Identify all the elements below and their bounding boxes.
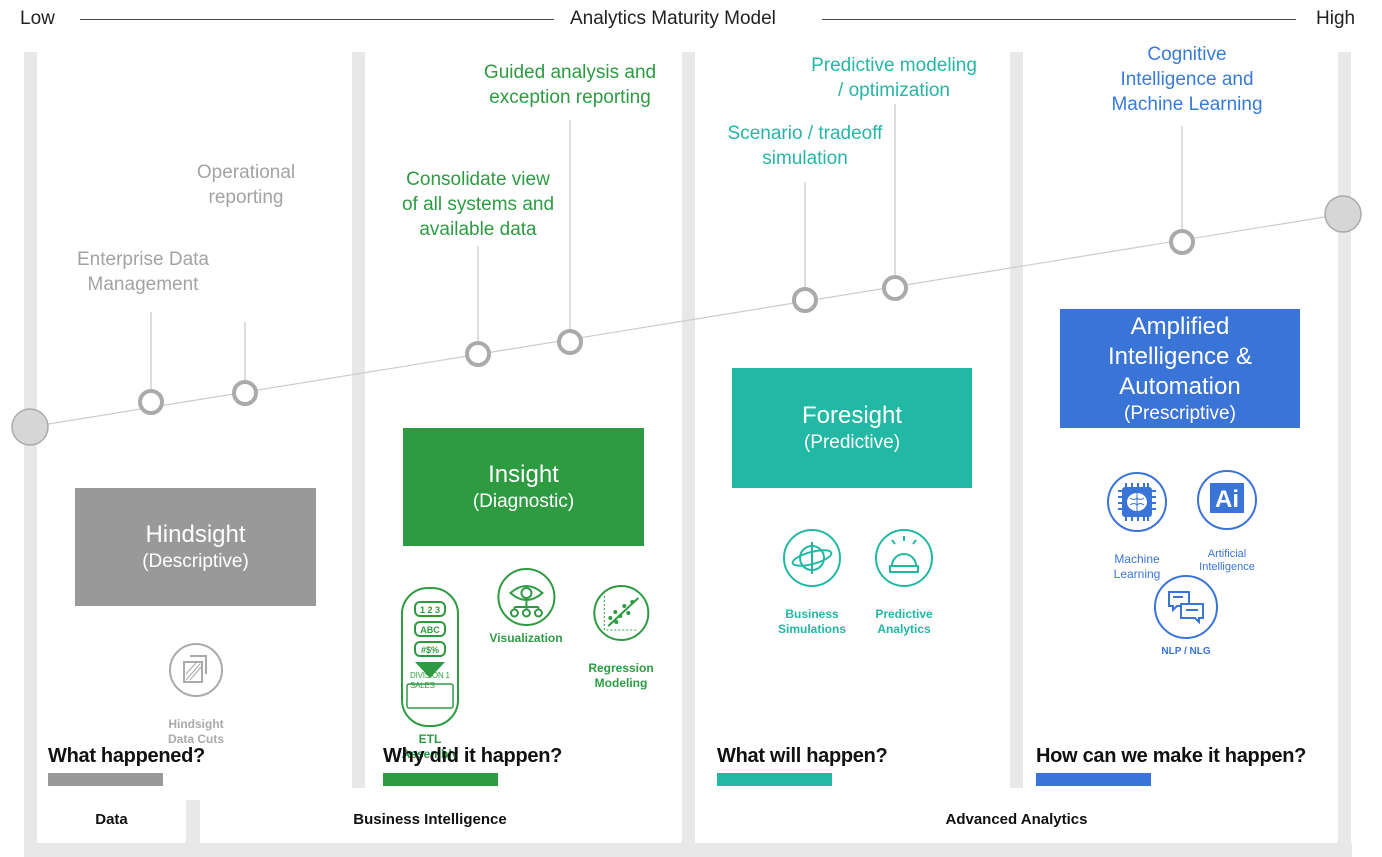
icon-label: Regression Modeling [588,661,654,690]
milestone-label: Enterprise Data Management [76,249,210,295]
milestone-node [232,380,258,406]
footer-category-business-intelligence: Business Intelligence [353,811,507,828]
stage-question: Why did it happen? [383,745,563,767]
analytics-maturity-diagram: Low Analytics Maturity Model High Enterp… [0,0,1382,857]
icon-label: Business Simulations [777,607,847,636]
stage-question: What happened? [48,745,205,767]
footer-category-advanced-analytics: Advanced Analytics [945,811,1088,828]
icon-label: Predictive Analytics [875,607,933,636]
data-cuts-icon [168,643,223,697]
footer-category-data: Data [95,811,128,828]
icon-label: Hindsight Data Cuts [167,717,225,746]
icon-artificial-intelligence: Ai Artificial Intelligence [1196,456,1258,574]
stage-subtitle: (Predictive) [803,432,901,453]
milestone-node [882,275,908,301]
stage-subtitle: (Descriptive) [142,551,249,572]
stage-color-bar [48,773,163,786]
stage-box-hindsight: Hindsight (Descriptive) [75,488,316,606]
etl-output: DIVISION 1 SALES [410,671,450,690]
icon-nlp-nlg: NLP / NLG [1153,574,1219,659]
milestone-label: Predictive modeling / optimization [811,55,977,101]
stage-title: Amplified Intelligence & Automation [1107,312,1253,400]
icon-machine-learning: Machine Learning [1106,456,1168,582]
milestone-node [138,389,164,415]
stage-color-bar [383,773,498,786]
brain-chip-icon [1107,472,1167,532]
etl-icon-wrapper: 1 2 3 ABC #$% DIVISION 1 SALES [400,571,460,727]
stage-title: Hindsight [145,521,246,548]
icon-hindsight-data-cuts: Hindsight Data Cuts [168,627,224,747]
icon-business-simulations: Business Simulations [778,513,846,637]
milestone-node [465,341,491,367]
stage-title: Foresight [801,402,903,429]
stage-box-amplified: Amplified Intelligence & Automation (Pre… [1060,309,1300,428]
milestone-node [557,329,583,355]
milestone-label: Cognitive Intelligence and Machine Learn… [1111,44,1263,115]
icon-predictive-analytics: Predictive Analytics [874,513,934,637]
globe-orbit-icon [782,529,841,587]
timeline-start-node [11,408,49,446]
stage-subtitle: (Diagnostic) [472,491,575,512]
icon-label: Visualization [489,631,563,645]
stage-box-foresight: Foresight (Predictive) [732,368,972,488]
stage-color-bar [1036,773,1151,786]
icon-visualization: Visualization [489,567,563,646]
etl-tier: 1 2 3 [420,605,440,615]
icon-regression-modeling: Regression Modeling [588,569,654,691]
eye-icon [496,568,555,626]
milestone-node [1169,229,1195,255]
icon-label: NLP / NLG [1161,646,1211,657]
etl-tier: ABC [420,625,440,635]
milestone-label: Operational reporting [196,162,296,208]
scatter-plot-icon [592,585,649,641]
stage-color-bar [717,773,832,786]
milestone-label: Scenario / tradeoff simulation [727,123,883,169]
stage-subtitle: (Prescriptive) [1124,402,1236,424]
ai-icon: Ai [1197,470,1257,530]
icon-label: Artificial Intelligence [1199,548,1255,573]
stage-question: What will happen? [717,745,888,767]
etl-tier: #$% [421,645,439,655]
icon-etl-assembly: 1 2 3 ABC #$% DIVISION 1 SALES ETL Assem… [400,556,460,762]
stage-question: How can we make it happen? [1036,745,1307,767]
milestone-label: Guided analysis and exception reporting [483,62,657,108]
timeline-end-node [1324,195,1362,233]
milestone-node [792,287,818,313]
milestone-label: Consolidate view of all systems and avai… [401,169,555,240]
stage-box-insight: Insight (Diagnostic) [403,428,644,546]
ai-icon-text: Ai [1215,486,1239,513]
crystal-ball-icon [875,529,933,587]
etl-icon: 1 2 3 ABC #$% [401,587,459,727]
stage-title: Insight [488,461,559,488]
chat-bubbles-icon [1154,575,1218,639]
